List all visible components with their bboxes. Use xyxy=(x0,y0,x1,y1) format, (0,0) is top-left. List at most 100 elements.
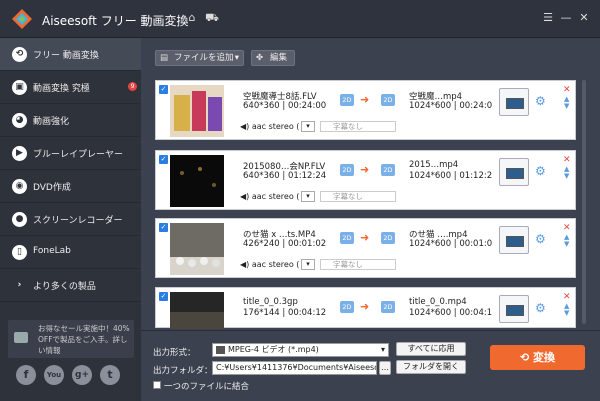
target-2d-badge: 2D xyxy=(381,301,395,313)
home-icon[interactable]: ⌂ xyxy=(184,10,200,26)
reorder-icon[interactable]: ▲ ▼ xyxy=(564,234,569,248)
sidebar-item-bluray[interactable]: ▶ ブルーレイプレーヤー xyxy=(0,137,141,170)
thumbnail-image xyxy=(170,292,224,329)
edit-icon: ✤ xyxy=(256,53,264,63)
subtitle-dropdown[interactable]: 字幕なし xyxy=(320,191,396,202)
sidebar-item-label: FoneLab xyxy=(33,246,71,256)
reorder-icon[interactable]: ▲ ▼ xyxy=(564,303,569,317)
cart-icon[interactable]: ⛟ xyxy=(204,10,220,26)
target-2d-badge: 2D xyxy=(381,94,395,106)
screen-icon xyxy=(506,236,524,247)
target-file-name: title_0_0.mp4 xyxy=(409,297,467,307)
promo-text: お得なセール実施中！40% OFFで製品をご入手。詳しい情報 xyxy=(38,324,130,355)
speaker-icon: ◀) xyxy=(240,260,252,269)
gear-icon[interactable]: ⚙ xyxy=(535,302,546,314)
disc-icon: ◉ xyxy=(12,179,27,194)
google-plus-icon[interactable]: g+ xyxy=(72,365,92,385)
sidebar-item-free-converter[interactable]: ⟲ フリー 動画変換 xyxy=(0,38,141,71)
gear-icon[interactable]: ⚙ xyxy=(535,95,546,107)
speaker-icon: ◀) xyxy=(240,122,252,131)
video-thumbnail[interactable] xyxy=(170,292,224,329)
audio-dropdown[interactable]: ▾ xyxy=(301,191,315,202)
checkbox[interactable]: ✓ xyxy=(159,155,168,164)
sidebar-item-dvd[interactable]: ◉ DVD作成 xyxy=(0,170,141,203)
camera-icon: ● xyxy=(12,212,27,227)
sidebar-item-fonelab[interactable]: ▯ FoneLab xyxy=(0,236,141,269)
twitter-icon[interactable]: t xyxy=(100,365,120,385)
sidebar-item-label: より多くの製品 xyxy=(33,282,96,292)
close-icon[interactable]: ✕ xyxy=(576,10,592,26)
output-device-button[interactable] xyxy=(499,295,529,323)
output-device-button[interactable] xyxy=(499,226,529,254)
file-row[interactable]: ✓ title_0_0.3gp 176*144 | 00:04:12 2D ➜ … xyxy=(155,287,576,329)
sidebar-item-label: 動画変換 究極 xyxy=(33,84,90,94)
add-file-button[interactable]: ▤ ファイルを追加 ▾ xyxy=(155,50,244,66)
edit-button[interactable]: ✤ 編集 xyxy=(251,50,295,66)
audio-track: ◀) aac stereo ( xyxy=(240,260,299,269)
video-thumbnail[interactable] xyxy=(170,85,224,137)
phone-icon: ▯ xyxy=(12,245,27,260)
sidebar-item-recorder[interactable]: ● スクリーンレコーダー xyxy=(0,203,141,236)
file-row[interactable]: ✓ のせ猫 x …ts.MP4 426*240 | 00:01:02 2D ➜ … xyxy=(155,218,576,278)
arrow-right-icon: ➜ xyxy=(360,93,370,106)
checkbox[interactable]: ✓ xyxy=(159,85,168,94)
youtube-icon[interactable]: You xyxy=(44,365,64,385)
thumbnail-image xyxy=(170,85,224,137)
chat-icon xyxy=(14,332,28,343)
file-row[interactable]: ✓ 空戦魔導士8話.FLV 640*360 | 00:24:00 2D ➜ 2D… xyxy=(155,80,576,140)
add-file-label: ファイルを追加 xyxy=(174,53,234,63)
sidebar-item-more[interactable]: › より多くの製品 xyxy=(0,269,141,302)
video-thumbnail[interactable] xyxy=(170,223,224,275)
subtitle-dropdown[interactable]: 字幕なし xyxy=(320,259,396,270)
delete-icon[interactable]: ✕ xyxy=(563,292,571,302)
delete-icon[interactable]: ✕ xyxy=(563,223,571,233)
open-folder-button[interactable]: フォルダを開く xyxy=(396,360,466,374)
output-format-select[interactable]: MPEG-4 ビデオ (*.mp4) ▾ xyxy=(212,343,389,357)
chevron-down-icon: ▾ xyxy=(380,345,385,354)
target-file-info: 1024*600 | 00:04:1 xyxy=(409,308,493,318)
facebook-icon[interactable]: f xyxy=(16,365,36,385)
sidebar-item-ultimate[interactable]: ▣ 動画変換 究極 9 xyxy=(0,71,141,104)
mp4-format-icon xyxy=(216,345,225,354)
play-icon: ▶ xyxy=(12,146,27,161)
reorder-icon[interactable]: ▲ ▼ xyxy=(564,96,569,110)
arrow-right-icon: ➜ xyxy=(360,231,370,244)
source-file-name: title_0_0.3gp xyxy=(243,297,298,307)
reorder-icon[interactable]: ▲ ▼ xyxy=(564,166,569,180)
source-2d-badge: 2D xyxy=(340,301,354,313)
gear-icon[interactable]: ⚙ xyxy=(535,165,546,177)
source-2d-badge: 2D xyxy=(340,232,354,244)
browse-folder-button[interactable]: … xyxy=(379,361,391,375)
output-folder-field[interactable]: C:¥Users¥1411376¥Documents¥Aiseesof xyxy=(212,361,377,375)
source-2d-badge: 2D xyxy=(340,94,354,106)
checkbox[interactable]: ✓ xyxy=(159,292,168,301)
title-bar: Aiseesoft フリー 動画変換 ⌂ ⛟ ☰ — ✕ xyxy=(0,0,600,38)
sidebar-item-enhance[interactable]: ◕ 動画強化 xyxy=(0,104,141,137)
audio-dropdown[interactable]: ▾ xyxy=(301,259,315,270)
subtitle-dropdown[interactable]: 字幕なし xyxy=(320,121,396,132)
scrollbar[interactable] xyxy=(582,80,586,324)
palette-icon: ◕ xyxy=(12,113,27,128)
delete-icon[interactable]: ✕ xyxy=(563,155,571,165)
output-device-button[interactable] xyxy=(499,158,529,186)
audio-track-label: aac stereo ( xyxy=(251,260,300,269)
promo-banner[interactable]: お得なセール実施中！40% OFFで製品をご入手。詳しい情報 xyxy=(8,320,134,358)
merge-checkbox[interactable] xyxy=(153,381,161,389)
sidebar-item-label: DVD作成 xyxy=(33,183,71,193)
feedback-icon[interactable]: ☰ xyxy=(540,10,556,26)
checkbox[interactable]: ✓ xyxy=(159,223,168,232)
delete-icon[interactable]: ✕ xyxy=(563,85,571,95)
file-row[interactable]: ✓ 2015080…会NP.FLV 640*360 | 01:12:24 2D … xyxy=(155,150,576,210)
chevron-right-icon: › xyxy=(17,280,22,290)
minimize-icon[interactable]: — xyxy=(558,10,574,26)
video-thumbnail[interactable] xyxy=(170,155,224,207)
target-file-info: 1024*600 | 00:01:0 xyxy=(409,239,493,249)
audio-track: ◀) aac stereo ( xyxy=(240,192,299,201)
gear-icon[interactable]: ⚙ xyxy=(535,233,546,245)
apply-all-button[interactable]: すべてに応用 xyxy=(396,342,466,356)
output-device-button[interactable] xyxy=(499,88,529,116)
convert-button[interactable]: ⟲ 変換 xyxy=(490,345,585,370)
target-2d-badge: 2D xyxy=(381,164,395,176)
audio-dropdown[interactable]: ▾ xyxy=(301,121,315,132)
sidebar-item-label: フリー 動画変換 xyxy=(33,51,99,61)
